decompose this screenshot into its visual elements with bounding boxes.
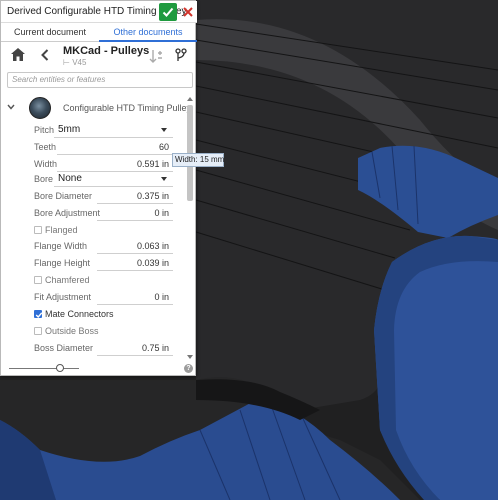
bore-adjustment-label: Bore Adjustment [34, 208, 101, 218]
panel-scrollbar[interactable] [186, 97, 194, 359]
bore-adjustment-row: Bore Adjustment 0 in [1, 205, 187, 222]
size-slider-track[interactable] [9, 368, 79, 369]
pitch-label: Pitch [34, 125, 55, 135]
bore-adjustment-input[interactable]: 0 in [154, 208, 169, 218]
dialog-titlebar: Derived Configurable HTD Timing Pulley [1, 1, 197, 23]
document-name: MKCad - Pulleys [63, 45, 150, 57]
pitch-select[interactable]: 5mm [58, 124, 80, 135]
flanged-checkbox[interactable] [34, 226, 42, 234]
accept-button[interactable] [159, 3, 177, 21]
check-icon [35, 312, 43, 319]
mate-connectors-row: Mate Connectors [1, 306, 187, 323]
part-header[interactable]: Configurable HTD Timing Pulley [1, 95, 191, 121]
outside-boss-row: Outside Boss [1, 323, 187, 340]
chevron-down-icon[interactable] [7, 104, 15, 110]
flange-height-row: Flange Height 0.039 in [1, 255, 187, 272]
flange-width-input[interactable]: 0.063 in [137, 241, 169, 251]
part-thumbnail [29, 97, 51, 119]
bore-diameter-input[interactable]: 0.375 in [137, 191, 169, 201]
boss-diameter-input[interactable]: 0.75 in [142, 343, 169, 353]
scroll-down-arrow[interactable] [187, 355, 193, 359]
teeth-row: Teeth 60 [1, 139, 187, 156]
home-icon[interactable] [11, 48, 25, 61]
mate-connectors-label: Mate Connectors [45, 309, 114, 319]
chamfered-row: Chamfered [1, 272, 187, 289]
mate-connectors-checkbox[interactable] [34, 310, 43, 319]
panel-footer: ? [1, 361, 197, 377]
branch-icon[interactable] [175, 48, 187, 62]
fit-adjustment-row: Fit Adjustment 0 in [1, 289, 187, 306]
pitch-dropdown-arrow[interactable] [161, 128, 167, 132]
bore-row: Bore None [1, 171, 187, 188]
teeth-input[interactable]: 60 [159, 142, 169, 152]
close-icon [183, 7, 193, 17]
check-icon [162, 7, 174, 17]
close-button[interactable] [180, 3, 196, 21]
fit-adjustment-label: Fit Adjustment [34, 292, 92, 302]
document-tabs: Current document Other documents [1, 24, 197, 42]
bore-diameter-label: Bore Diameter [34, 191, 93, 201]
flanged-label: Flanged [45, 225, 78, 235]
version-label: V45 [72, 58, 87, 67]
back-arrow-icon[interactable] [41, 49, 49, 61]
derive-dialog: Derived Configurable HTD Timing Pulley C… [0, 0, 197, 377]
flange-width-row: Flange Width 0.063 in [1, 238, 187, 255]
chamfered-label: Chamfered [45, 275, 90, 285]
insert-icon[interactable] [149, 49, 163, 63]
pitch-row: Pitch 5mm [1, 122, 187, 139]
width-label: Width [34, 159, 58, 169]
bore-select[interactable]: None [58, 173, 82, 184]
part-name: Configurable HTD Timing Pulley [63, 103, 192, 113]
bore-label: Bore [34, 174, 54, 184]
outside-boss-checkbox[interactable] [34, 327, 42, 335]
width-input[interactable]: 0.591 in [137, 159, 169, 169]
tab-other-documents[interactable]: Other documents [99, 24, 197, 42]
flange-height-label: Flange Height [34, 258, 91, 268]
bore-dropdown-arrow[interactable] [161, 177, 167, 181]
chamfered-checkbox[interactable] [34, 276, 42, 284]
outside-boss-label: Outside Boss [45, 326, 99, 336]
tab-current-document[interactable]: Current document [1, 24, 99, 42]
boss-diameter-label: Boss Diameter [34, 343, 94, 353]
document-version: ⊢ V45 [63, 58, 87, 67]
fit-adjustment-input[interactable]: 0 in [154, 292, 169, 302]
document-navigation: MKCad - Pulleys ⊢ V45 [1, 43, 197, 69]
width-tooltip: Width: 15 mm [172, 153, 224, 167]
teeth-label: Teeth [34, 142, 57, 152]
flanged-row: Flanged [1, 222, 187, 239]
size-slider-knob[interactable] [56, 364, 64, 372]
scroll-up-arrow[interactable] [187, 97, 193, 101]
help-icon[interactable]: ? [184, 364, 193, 373]
boss-diameter-row: Boss Diameter 0.75 in [1, 340, 187, 357]
bore-diameter-row: Bore Diameter 0.375 in [1, 188, 187, 205]
flange-height-input[interactable]: 0.039 in [137, 258, 169, 268]
flange-width-label: Flange Width [34, 241, 88, 251]
search-input[interactable]: Search entities or features [7, 72, 193, 88]
